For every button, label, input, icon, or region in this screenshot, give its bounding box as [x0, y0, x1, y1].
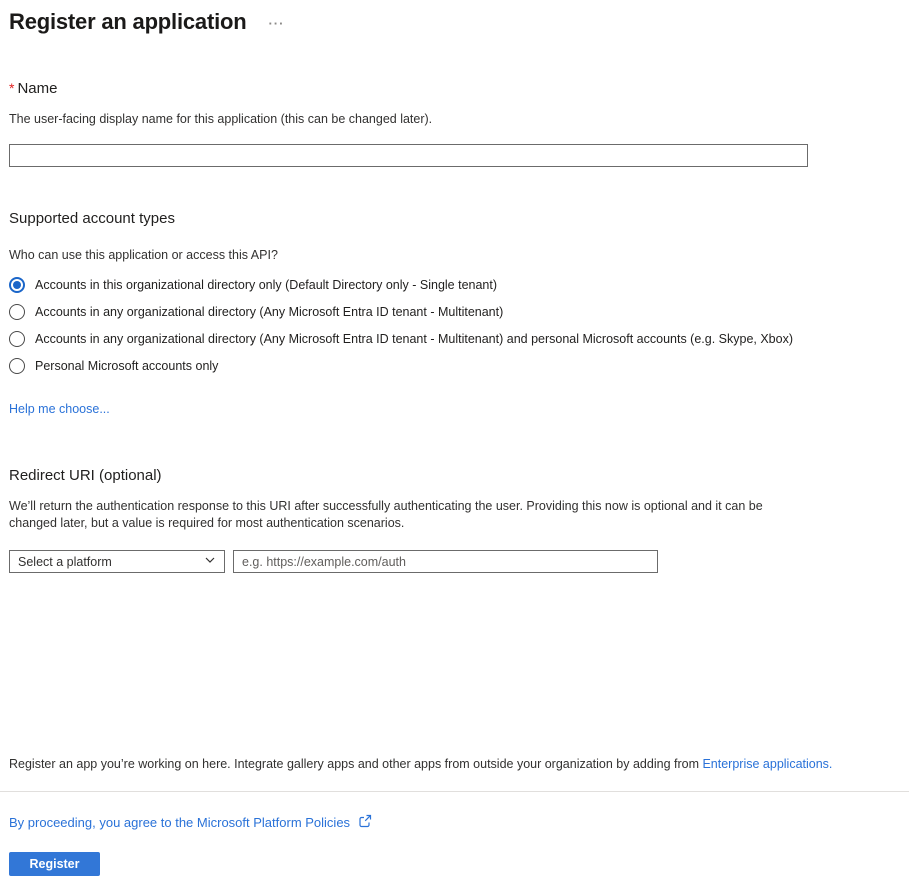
platform-select-value: Select a platform	[18, 555, 112, 569]
radio-label: Accounts in any organizational directory…	[35, 331, 793, 348]
platform-select[interactable]: Select a platform	[9, 550, 225, 573]
redirect-uri-input[interactable]	[233, 550, 658, 573]
radio-option-single-tenant[interactable]: Accounts in this organizational director…	[9, 277, 909, 294]
name-label-text: Name	[17, 80, 57, 97]
name-label: *Name	[9, 80, 909, 97]
name-description: The user-facing display name for this ap…	[9, 111, 909, 128]
policies-line: By proceeding, you agree to the Microsof…	[9, 814, 909, 831]
supported-account-types-section: Supported account types Who can use this…	[9, 210, 909, 418]
register-button[interactable]: Register	[9, 852, 100, 876]
radio-icon[interactable]	[9, 331, 25, 347]
register-info-text: Register an app you’re working on here. …	[9, 757, 909, 771]
chevron-down-icon	[204, 553, 216, 571]
help-me-choose-link[interactable]: Help me choose...	[9, 402, 110, 416]
platform-policies-link[interactable]: By proceeding, you agree to the Microsof…	[9, 815, 350, 830]
required-asterisk: *	[9, 80, 14, 96]
external-link-icon	[358, 814, 372, 831]
radio-label: Accounts in any organizational directory…	[35, 304, 503, 321]
redirect-uri-section: Redirect URI (optional) We’ll return the…	[9, 467, 909, 573]
register-application-page: Register an application ··· *Name The us…	[0, 0, 909, 876]
page-title: Register an application	[9, 8, 246, 36]
radio-label: Personal Microsoft accounts only	[35, 358, 218, 375]
radio-option-personal-only[interactable]: Personal Microsoft accounts only	[9, 358, 909, 375]
radio-option-multitenant-personal[interactable]: Accounts in any organizational directory…	[9, 331, 909, 348]
more-options-icon[interactable]: ···	[268, 8, 284, 31]
radio-icon[interactable]	[9, 304, 25, 320]
account-types-heading: Supported account types	[9, 210, 909, 227]
redirect-uri-controls: Select a platform	[9, 550, 909, 573]
account-types-question: Who can use this application or access t…	[9, 247, 909, 264]
redirect-uri-description: We’ll return the authentication response…	[9, 498, 804, 532]
name-input[interactable]	[9, 144, 808, 167]
register-info-prefix: Register an app you’re working on here. …	[9, 757, 702, 771]
name-section: *Name The user-facing display name for t…	[9, 80, 909, 167]
radio-icon[interactable]	[9, 277, 25, 293]
redirect-uri-heading: Redirect URI (optional)	[9, 467, 909, 484]
page-header: Register an application ···	[9, 8, 909, 36]
enterprise-applications-link[interactable]: Enterprise applications.	[702, 757, 832, 771]
account-types-radio-group: Accounts in this organizational director…	[9, 277, 909, 375]
radio-label: Accounts in this organizational director…	[35, 277, 497, 294]
footer-divider	[0, 791, 909, 792]
radio-icon[interactable]	[9, 358, 25, 374]
radio-option-multitenant[interactable]: Accounts in any organizational directory…	[9, 304, 909, 321]
